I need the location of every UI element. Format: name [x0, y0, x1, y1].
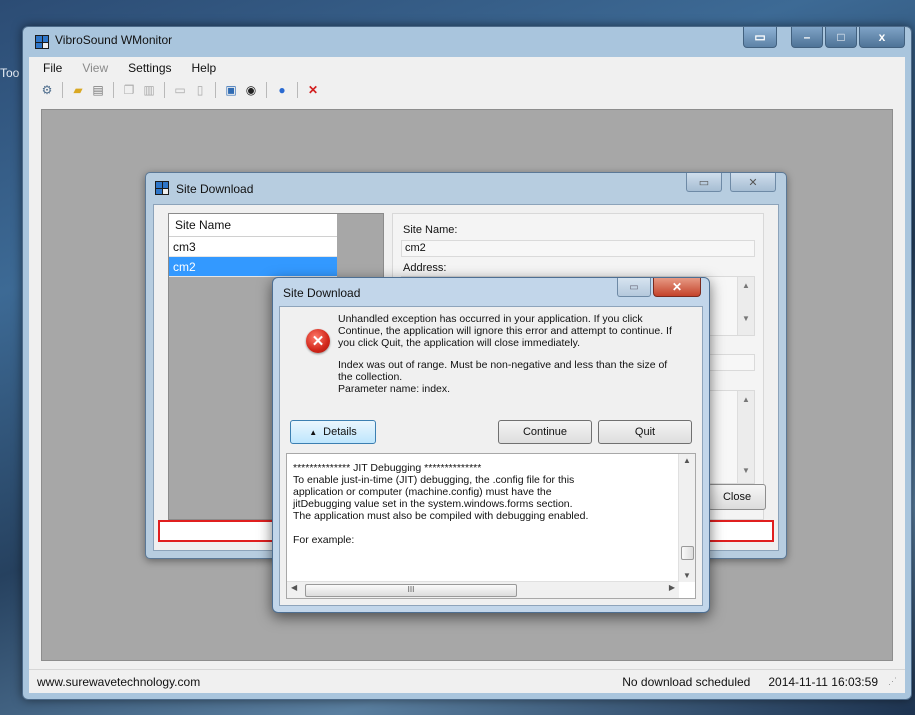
- status-website: www.surewavetechnology.com: [37, 674, 201, 689]
- error-message-detail: Index was out of range. Must be non-nega…: [338, 359, 668, 383]
- details-horizontal-scrollbar[interactable]: ◀ III ▶: [287, 581, 679, 598]
- clock-icon[interactable]: ◉: [243, 82, 259, 98]
- toolbar-separator: [297, 82, 298, 98]
- site-name-label: Site Name:: [403, 224, 458, 236]
- error-message-parameter: Parameter name: index.: [338, 383, 451, 395]
- details-button[interactable]: ▲ Details: [290, 420, 376, 444]
- scroll-up-icon[interactable]: ▲: [679, 456, 695, 465]
- book-icon[interactable]: ▣: [223, 82, 239, 98]
- notes-scrollbar[interactable]: ▲ ▼: [737, 391, 754, 483]
- quit-button[interactable]: Quit: [598, 420, 692, 444]
- details-textbox[interactable]: ************** JIT Debugging ***********…: [286, 453, 696, 599]
- window-menu-icon[interactable]: ▭: [743, 27, 777, 48]
- connect-icon[interactable]: ⚙: [39, 82, 55, 98]
- app-icon: [35, 35, 49, 49]
- error-dialog-client: ✕ Unhandled exception has occurred in yo…: [279, 306, 703, 606]
- site-download-title: Site Download: [176, 182, 254, 196]
- error-message-main: Unhandled exception has occurred in your…: [338, 313, 672, 349]
- error-dialog-restore-button[interactable]: ▭: [617, 278, 651, 297]
- toolbar-separator: [62, 82, 63, 98]
- maximize-button[interactable]: □: [825, 27, 857, 48]
- toolbar-separator: [164, 82, 165, 98]
- toolbar-separator: [113, 82, 114, 98]
- status-schedule: No download scheduled: [622, 674, 751, 689]
- site-download-close-label-button[interactable]: Close: [708, 484, 766, 510]
- exit-icon[interactable]: ✕: [305, 82, 321, 98]
- scroll-right-icon[interactable]: ▶: [669, 583, 675, 592]
- open-folder-icon[interactable]: ▰: [70, 82, 86, 98]
- minimize-button[interactable]: –: [791, 27, 823, 48]
- status-bar: www.surewavetechnology.com No download s…: [29, 669, 905, 693]
- print-icon[interactable]: ▤: [90, 82, 106, 98]
- menu-file[interactable]: File: [43, 61, 62, 75]
- menu-help[interactable]: Help: [192, 61, 217, 75]
- list-item[interactable]: cm3: [169, 237, 337, 257]
- window-title: VibroSound WMonitor: [55, 33, 173, 47]
- site-download-icon: [155, 181, 169, 195]
- error-dialog-close-button[interactable]: ✕: [653, 278, 701, 297]
- list-icon[interactable]: ▯: [192, 82, 208, 98]
- site-list-header[interactable]: Site Name: [169, 214, 337, 237]
- caption-buttons: ▭ – □ x: [743, 27, 905, 48]
- details-text: ************** JIT Debugging ***********…: [293, 462, 589, 546]
- toolbar: ⚙ ▰ ▤ ❐ ▥ ▭ ▯ ▣ ◉ ● ✕: [29, 79, 905, 101]
- help-icon[interactable]: ●: [274, 82, 290, 98]
- status-datetime: 2014-11-11 16:03:59: [768, 674, 878, 689]
- collapse-triangle-icon: ▲: [309, 427, 318, 437]
- details-vertical-scrollbar[interactable]: ▲ ▼: [678, 454, 695, 582]
- menu-view[interactable]: View: [82, 61, 108, 75]
- address-scrollbar[interactable]: ▲ ▼: [737, 277, 754, 335]
- site-download-restore-button[interactable]: ▭: [686, 173, 722, 192]
- horizontal-scroll-thumb[interactable]: III: [305, 584, 517, 597]
- details-button-label: Details: [323, 426, 357, 438]
- vertical-scroll-thumb[interactable]: [681, 546, 694, 560]
- resize-grip-icon[interactable]: ⋰: [888, 676, 897, 687]
- minimize-view-icon[interactable]: ▭: [172, 82, 188, 98]
- menu-settings[interactable]: Settings: [128, 61, 171, 75]
- toolbar-separator: [266, 82, 267, 98]
- error-dialog: Site Download ▭ ✕ ✕ Unhandled exception …: [272, 277, 710, 613]
- report-icon[interactable]: ▥: [141, 82, 157, 98]
- scroll-left-icon[interactable]: ◀: [291, 583, 297, 592]
- error-dialog-title: Site Download: [283, 286, 361, 300]
- site-download-close-button[interactable]: ✕: [730, 173, 776, 192]
- list-item[interactable]: cm2: [169, 257, 337, 277]
- copy-icon[interactable]: ❐: [121, 82, 137, 98]
- error-icon: ✕: [306, 329, 330, 353]
- site-name-field[interactable]: cm2: [401, 240, 755, 257]
- toolbar-separator: [215, 82, 216, 98]
- continue-button[interactable]: Continue: [498, 420, 592, 444]
- desktop-label: Too: [0, 66, 20, 80]
- address-label: Address:: [403, 262, 447, 274]
- close-button[interactable]: x: [859, 27, 905, 48]
- scroll-down-icon[interactable]: ▼: [679, 571, 695, 580]
- menu-bar: File View Settings Help: [29, 57, 905, 79]
- error-message: Unhandled exception has occurred in your…: [338, 313, 683, 405]
